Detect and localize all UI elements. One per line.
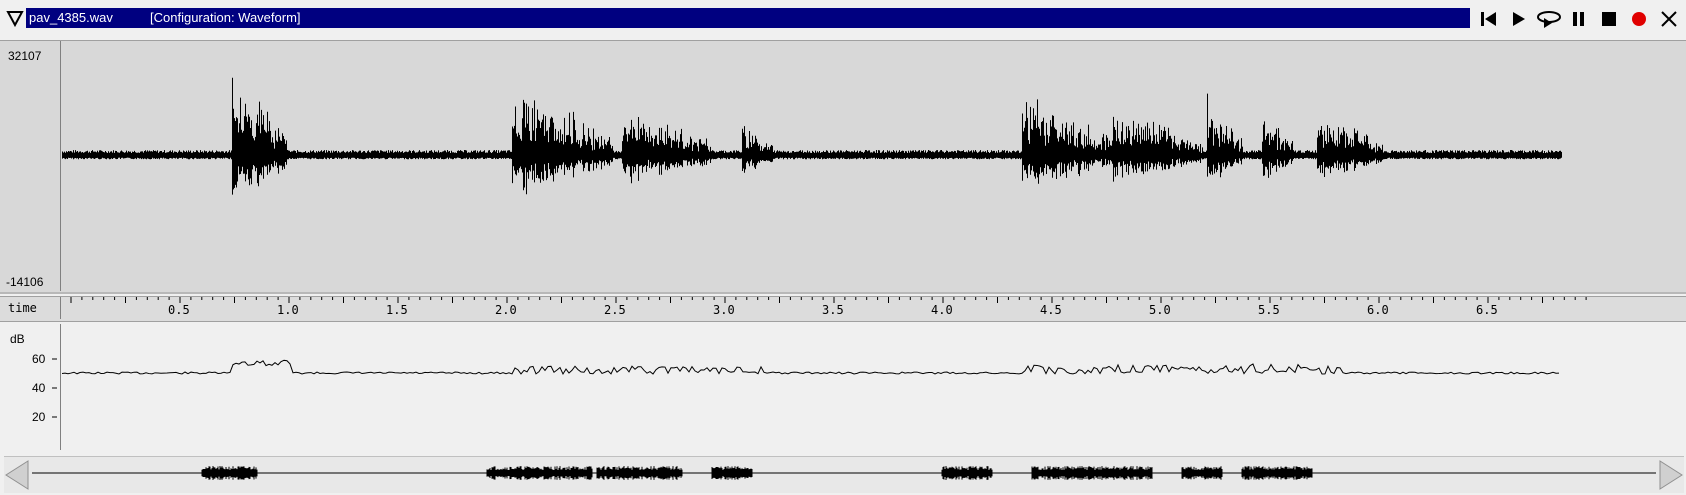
stop-button[interactable] [1598,9,1620,29]
pause-button[interactable] [1568,9,1590,29]
time-tick-label: 3.0 [713,303,735,317]
waveform-y-min: -14106 [6,275,44,289]
time-ticks [70,297,1587,303]
skip-start-icon [1481,12,1496,26]
record-button[interactable] [1628,9,1650,29]
time-tick-label: 5.0 [1149,303,1171,317]
play-loop-button[interactable] [1536,9,1561,29]
time-axis-label: time [8,301,37,315]
stop-icon [1602,12,1616,26]
time-axis-line [60,297,61,319]
db-unit-label: dB [10,332,25,346]
waveform-axis-line [60,41,61,291]
play-icon [1513,12,1525,26]
time-tick-label: 2.5 [604,303,626,317]
record-icon [1632,12,1646,26]
overview-scroller[interactable] [4,456,1684,493]
pause-icon [1573,12,1584,26]
db-label-40: 40 [32,381,46,395]
play-button[interactable] [1508,9,1530,29]
title-bar: pav_4385.wav [Configuration: Waveform] [0,0,1686,38]
loop-play-icon [1537,11,1561,28]
title-field[interactable]: pav_4385.wav [Configuration: Waveform] [26,8,1470,28]
triangle-down-icon[interactable] [6,9,24,28]
level-axis-line [60,324,61,450]
time-tick-label: 4.0 [931,303,953,317]
close-icon [1661,11,1677,27]
skip-to-start-button[interactable] [1478,9,1500,29]
level-panel[interactable]: dB 60 40 20 [0,324,1686,450]
db-label-20: 20 [32,410,46,424]
time-tick-label: 6.0 [1367,303,1389,317]
level-curve [62,359,1560,376]
db-axis-ticks [52,358,57,418]
waveform-y-max: 32107 [8,49,42,63]
scroll-right-icon[interactable] [1658,459,1684,491]
time-axis[interactable]: time 0.5 1.0 1.5 2.0 2.5 3.0 3.5 4.0 4.5 5.0 5.5 6.… [0,296,1686,322]
time-tick-label: 2.0 [495,303,517,317]
time-tick-label: 5.5 [1258,303,1280,317]
time-tick-label: 6.5 [1476,303,1498,317]
waveform-panel[interactable]: 32107 -14106 [0,40,1686,293]
time-tick-label: 1.0 [277,303,299,317]
waveform-plot [62,77,1562,195]
time-tick-label: 1.5 [386,303,408,317]
time-tick-label: 3.5 [822,303,844,317]
db-label-60: 60 [32,352,46,366]
close-button[interactable] [1658,9,1680,29]
divider [0,292,1686,294]
time-tick-label: 4.5 [1040,303,1062,317]
scroll-left-icon[interactable] [4,459,30,491]
time-tick-label: 0.5 [168,303,190,317]
configuration-label: [Configuration: Waveform] [150,10,301,25]
file-name: pav_4385.wav [29,10,113,25]
overview-waveform [32,466,1656,480]
